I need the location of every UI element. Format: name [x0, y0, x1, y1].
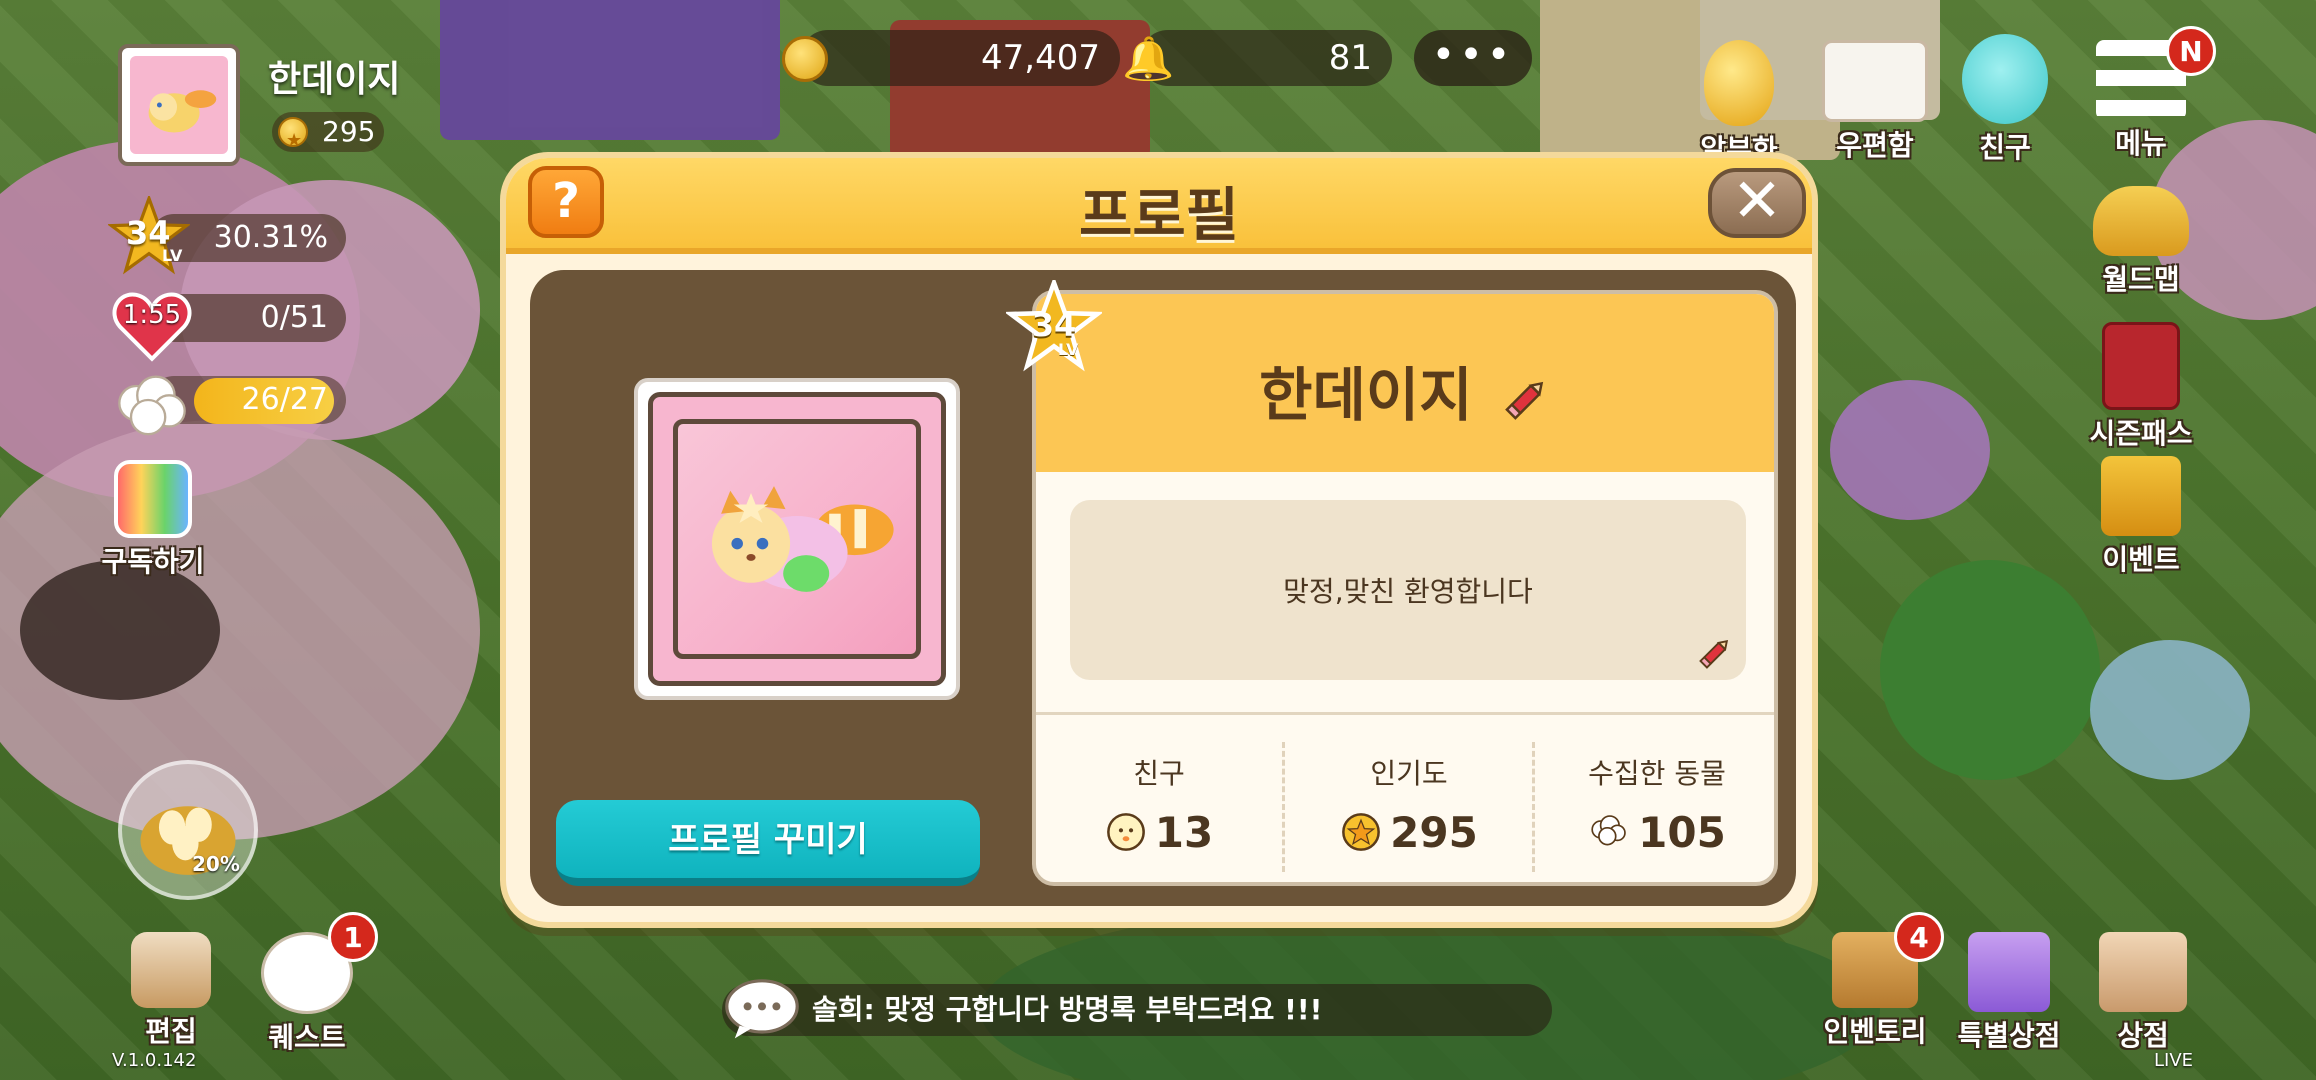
popularity-coin-icon: ★ — [278, 117, 308, 151]
inventory-badge: 4 — [1894, 912, 1944, 962]
popularity-coin-icon — [1342, 813, 1381, 851]
sheep-icon — [1591, 815, 1626, 846]
golden-egg-icon — [1704, 40, 1774, 126]
popularity-counter: ★ 295 — [272, 112, 384, 152]
more-button[interactable]: ••• — [1414, 30, 1532, 86]
edit-brush-icon — [131, 932, 211, 1008]
special-shop-button[interactable]: 특별상점 — [1944, 932, 2074, 1054]
animals-count: 105 — [1638, 808, 1726, 857]
hatch-egg-button[interactable]: 알부화 — [1674, 40, 1804, 168]
heart-timer: 1:55 — [122, 300, 182, 330]
red-panda-avatar — [711, 486, 894, 592]
status-message-box[interactable]: 맞정,맞친 환영합니다 — [1070, 500, 1746, 680]
quest-button[interactable]: 퀘스트 1 — [242, 912, 378, 1056]
profile-name-header: 한데이지 — [1036, 294, 1774, 472]
friend-face-icon — [1106, 813, 1145, 851]
player-avatar[interactable] — [118, 44, 240, 166]
profile-level: 34 — [1031, 306, 1077, 344]
decorate-profile-button[interactable]: 프로필 꾸미기 — [556, 800, 980, 886]
shop-house-icon — [2099, 932, 2187, 1012]
profile-panel: 프로필 꾸미기 한데이지 맞정,맞친 환영합니다 친구 13 인기도 295 수… — [530, 270, 1796, 906]
edit-message-pencil-icon[interactable] — [1696, 634, 1734, 672]
friends-count: 13 — [1154, 808, 1214, 857]
tv-icon — [114, 460, 192, 538]
egg-progress: 20% — [192, 852, 240, 876]
special-shop-bag-icon — [1968, 932, 2050, 1012]
profile-level-suffix: LV — [1058, 340, 1079, 359]
stat-friends: 친구 13 — [1036, 726, 1282, 876]
event-button[interactable]: 이벤트 — [2076, 456, 2206, 578]
profile-level-badge: 34 LV — [1004, 276, 1104, 372]
profile-picture[interactable] — [634, 378, 960, 700]
profile-name: 한데이지 — [1259, 361, 1473, 429]
edit-name-pencil-icon[interactable] — [1501, 374, 1551, 424]
friend-icon — [1962, 34, 2048, 124]
sheep-icon — [118, 375, 186, 436]
bell-icon: 🔔 — [1122, 34, 1175, 83]
mail-icon — [1822, 40, 1928, 122]
world-map-button[interactable]: 월드맵 — [2076, 186, 2206, 298]
player-name: 한데이지 — [268, 59, 401, 100]
season-pass-button[interactable]: 시즌패스 — [2076, 322, 2206, 452]
stat-separator — [1282, 742, 1285, 872]
stat-popularity: 인기도 295 — [1286, 726, 1532, 876]
popularity-count: 295 — [1390, 808, 1478, 857]
subscribe-button[interactable]: 구독하기 — [88, 460, 218, 580]
close-button[interactable]: ✕ — [1708, 168, 1806, 238]
modal-header: 프로필 ? ✕ — [506, 158, 1812, 254]
profile-modal: 프로필 ? ✕ 프로필 꾸미기 한데이지 맞정,맞친 환영합니다 친구 13 인… — [500, 152, 1818, 928]
quest-badge: 1 — [328, 912, 378, 962]
level-suffix: LV — [162, 246, 183, 265]
version-label: V.1.0.142 — [112, 1050, 197, 1071]
shop-button[interactable]: 상점 — [2078, 932, 2208, 1054]
passport-icon — [2102, 322, 2180, 410]
stat-collected-animals: 수집한 동물 105 — [1588, 757, 1726, 857]
stats-divider — [1036, 712, 1774, 715]
inventory-button[interactable]: 인벤토리 4 — [1810, 912, 1944, 1050]
main-menu-button[interactable]: 메뉴 N — [2076, 26, 2216, 162]
chat-icon[interactable] — [722, 976, 802, 1040]
edit-button[interactable]: 편집 — [106, 932, 236, 1050]
airplane-icon — [2093, 186, 2189, 256]
egg-incubator[interactable]: 20% — [118, 760, 258, 900]
event-box-icon — [2101, 456, 2181, 536]
golden-nest-icon — [140, 806, 236, 875]
friends-button[interactable]: 친구 — [1940, 34, 2070, 166]
chat-ticker[interactable]: 솔희: 맞정 구합니다 방명록 부탁드려요 !!! — [722, 984, 1552, 1036]
coin-counter[interactable]: 47,407 — [800, 30, 1120, 86]
bell-counter[interactable]: 81 — [1140, 30, 1392, 86]
live-label: LIVE — [2154, 1050, 2194, 1071]
mailbox-button[interactable]: 우편함 — [1810, 40, 1940, 164]
status-message: 맞정,맞친 환영합니다 — [1283, 575, 1533, 608]
profile-info-card: 한데이지 맞정,맞친 환영합니다 친구 13 인기도 295 수집한 동물 10… — [1032, 290, 1778, 886]
menu-new-badge: N — [2166, 26, 2216, 76]
help-button[interactable]: ? — [528, 166, 604, 238]
profile-name-row: 한데이지 — [1036, 348, 1774, 432]
modal-title: 프로필 — [1078, 181, 1240, 249]
coin-icon — [782, 36, 828, 82]
